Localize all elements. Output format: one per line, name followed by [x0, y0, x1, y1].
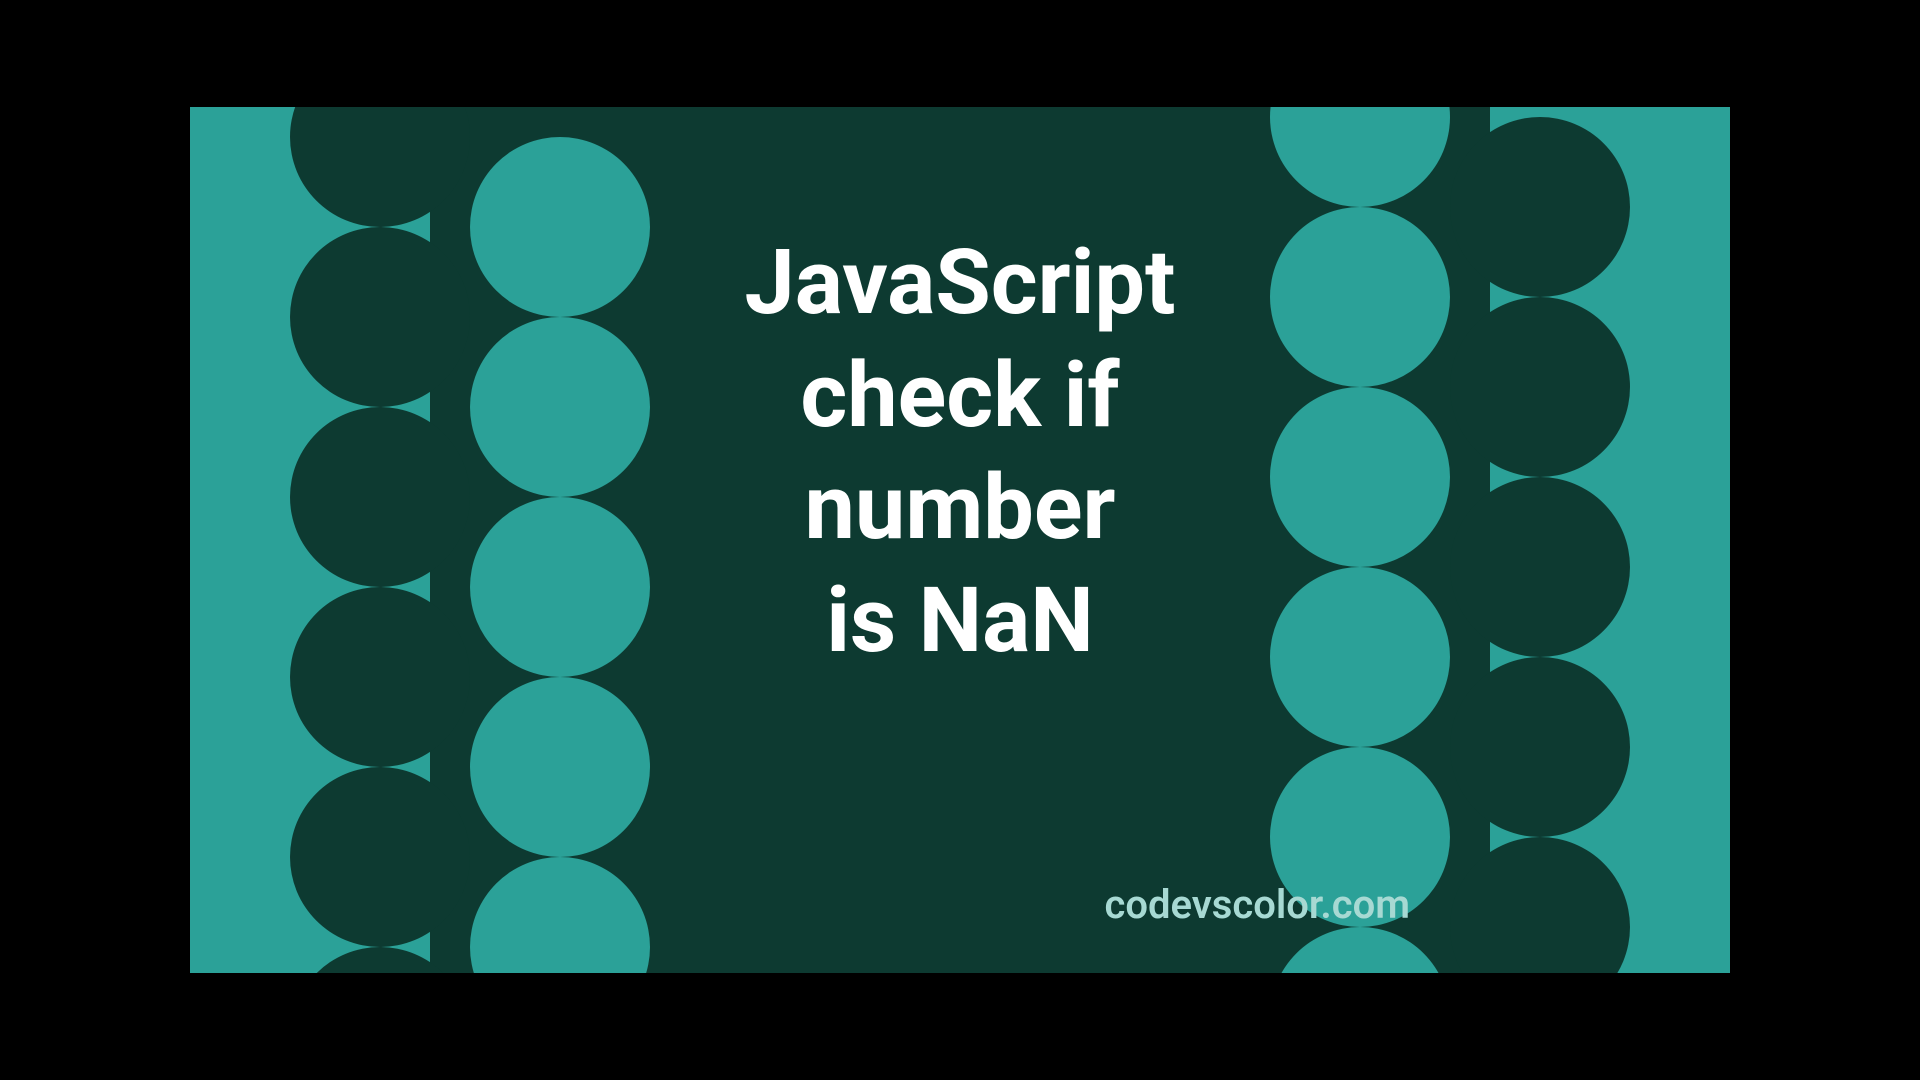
- title: JavaScript check if number is NaN: [190, 227, 1730, 677]
- title-line-4: is NaN: [190, 565, 1730, 678]
- title-line-3: number: [190, 452, 1730, 565]
- title-line-2: check if: [190, 340, 1730, 453]
- watermark: codevscolor.com: [1104, 881, 1410, 928]
- title-line-1: JavaScript: [190, 227, 1730, 340]
- banner: JavaScript check if number is NaN codevs…: [190, 107, 1730, 973]
